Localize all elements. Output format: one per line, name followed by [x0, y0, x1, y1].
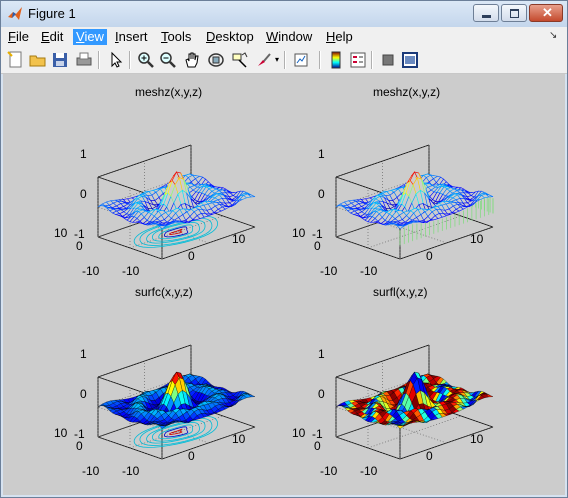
menu-window[interactable]: Window — [263, 29, 315, 45]
toolbar-separator — [98, 51, 100, 69]
open-file-icon[interactable] — [29, 51, 47, 69]
z-tick-label: 1 — [318, 347, 325, 361]
menu-file[interactable]: File — [5, 29, 32, 45]
y-tick-label: 10 — [292, 426, 306, 440]
y-tick-label: 10 — [292, 226, 306, 240]
y-tick-label: 0 — [314, 239, 321, 253]
window-title: Figure 1 — [28, 6, 76, 21]
y-tick-label: 10 — [54, 426, 68, 440]
zoom-in-icon[interactable] — [137, 51, 155, 69]
maximize-button[interactable] — [501, 4, 527, 22]
minimize-icon — [482, 15, 491, 18]
rotate-3d-icon[interactable] — [207, 51, 225, 69]
menu-bar: File Edit View Insert Tools Desktop Window Help… — [1, 27, 567, 47]
z-tick-label: 1 — [318, 147, 325, 161]
brush-icon[interactable] — [255, 51, 273, 69]
menu-view[interactable]: View — [73, 29, 107, 45]
subplot-title: meshz(x,y,z) — [373, 85, 441, 99]
x-tick-label: -10 — [122, 264, 140, 278]
minimize-button[interactable] — [473, 4, 499, 22]
brush-dropdown-arrow-icon[interactable]: ▾ — [275, 55, 279, 64]
toolbar-separator — [319, 51, 321, 69]
colorbar-icon[interactable] — [327, 51, 345, 69]
y-tick-label: -10 — [320, 264, 338, 278]
x-tick-label: 0 — [426, 249, 433, 263]
x-tick-label: -10 — [122, 464, 140, 478]
y-tick-label: -10 — [320, 464, 338, 478]
subplot-title: surfl(x,y,z) — [373, 285, 428, 299]
title-bar[interactable]: Figure 1 ✕ — [1, 1, 567, 27]
menu-insert[interactable]: Insert — [112, 29, 151, 45]
x-tick-label: 0 — [426, 449, 433, 463]
x-tick-label: 10 — [470, 232, 484, 246]
close-button[interactable]: ✕ — [529, 4, 563, 22]
edit-plot-arrow-icon[interactable] — [107, 51, 125, 69]
data-cursor-icon[interactable] — [231, 51, 249, 69]
y-tick-label: 10 — [54, 226, 68, 240]
z-tick-label: 1 — [80, 347, 87, 361]
close-icon: ✕ — [542, 5, 553, 20]
x-tick-label: 0 — [188, 449, 195, 463]
z-tick-label: 0 — [318, 387, 325, 401]
menu-edit[interactable]: Edit — [38, 29, 66, 45]
x-tick-label: 10 — [232, 432, 246, 446]
menu-overflow-icon[interactable]: ↘ — [549, 30, 557, 41]
x-tick-label: 0 — [188, 249, 195, 263]
show-plot-tools-icon[interactable] — [401, 51, 419, 69]
save-icon[interactable] — [51, 51, 69, 69]
figure-canvas[interactable]: meshz(x,y,z) 1 0 -1 10 0 -10 -10 0 10 meshz(x,y,z)… — [3, 74, 565, 495]
zoom-out-icon[interactable] — [159, 51, 177, 69]
menu-desktop[interactable]: Desktop — [203, 29, 257, 45]
legend-icon[interactable] — [349, 51, 367, 69]
z-tick-label: 0 — [318, 187, 325, 201]
y-tick-label: -10 — [82, 264, 100, 278]
menu-tools[interactable]: Tools — [158, 29, 194, 45]
y-tick-label: -10 — [82, 464, 100, 478]
matlab-logo-icon — [8, 7, 22, 20]
toolbar-separator — [129, 51, 131, 69]
x-tick-label: 10 — [232, 232, 246, 246]
print-icon[interactable] — [75, 51, 93, 69]
x-tick-label: -10 — [360, 464, 378, 478]
maximize-icon — [510, 9, 519, 18]
y-tick-label: 0 — [76, 439, 83, 453]
menu-help[interactable]: Help — [323, 29, 356, 45]
new-figure-icon[interactable] — [7, 51, 25, 69]
subplot-title: surfc(x,y,z) — [135, 285, 193, 299]
figure-window: Figure 1 ✕ File Edit View Insert Tools Deskto… — [0, 0, 568, 498]
subplot-title: meshz(x,y,z) — [135, 85, 203, 99]
y-tick-label: 0 — [76, 239, 83, 253]
hide-plot-tools-icon[interactable] — [379, 51, 397, 69]
pan-hand-icon[interactable] — [183, 51, 201, 69]
toolbar-separator — [284, 51, 286, 69]
toolbar-separator — [371, 51, 373, 69]
link-plot-icon[interactable] — [293, 51, 311, 69]
figure-toolbar: ▾ — [1, 47, 567, 74]
x-tick-label: 10 — [470, 432, 484, 446]
z-tick-label: 0 — [80, 187, 87, 201]
y-tick-label: 0 — [314, 439, 321, 453]
z-tick-label: 0 — [80, 387, 87, 401]
z-tick-label: 1 — [80, 147, 87, 161]
x-tick-label: -10 — [360, 264, 378, 278]
